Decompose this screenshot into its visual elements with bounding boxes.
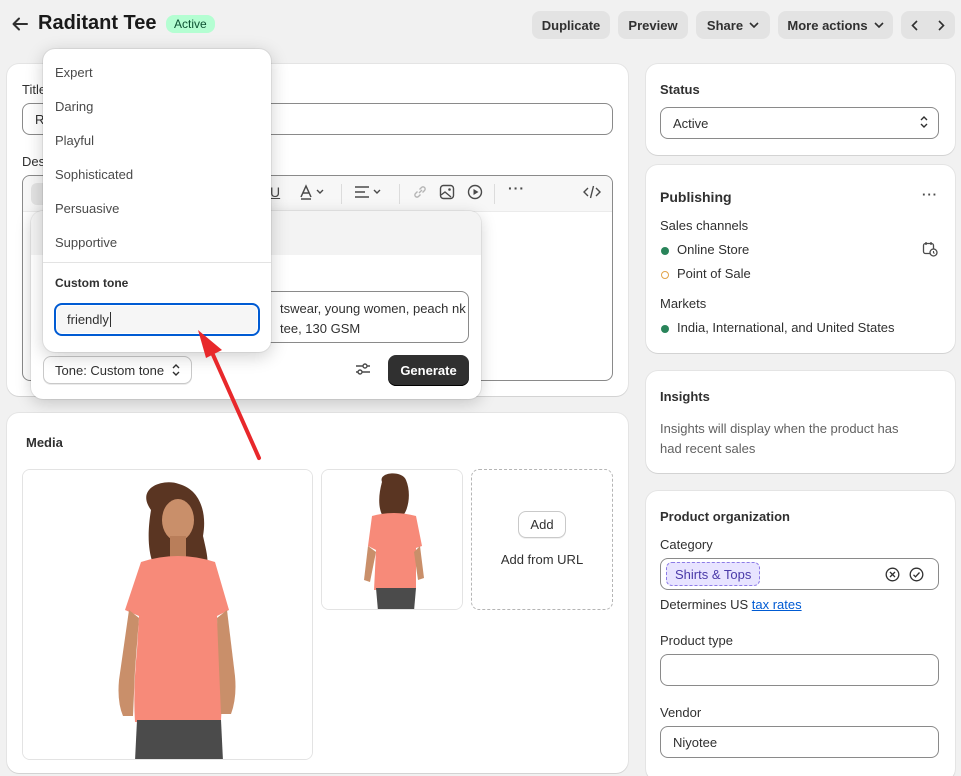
chevron-right-icon — [938, 19, 945, 31]
vendor-value: Niyotee — [673, 734, 718, 750]
insights-card: Insights Insights will display when the … — [646, 371, 955, 473]
check-circle-icon[interactable] — [909, 567, 924, 582]
record-navigation — [901, 11, 955, 39]
preview-button[interactable]: Preview — [618, 11, 688, 39]
custom-tone-label: Custom tone — [55, 276, 129, 290]
duplicate-button[interactable]: Duplicate — [532, 11, 610, 39]
tone-option[interactable]: Expert — [55, 65, 93, 80]
more-horizontal-icon[interactable]: ··· — [508, 180, 525, 196]
vendor-input[interactable]: Niyotee — [660, 726, 939, 758]
add-media-button[interactable]: Add — [518, 511, 566, 538]
tone-select-label: Tone: Custom tone — [55, 362, 165, 378]
next-product-button[interactable] — [928, 11, 955, 39]
markets-value: India, International, and United States — [677, 320, 895, 335]
select-chevron-icon — [172, 364, 180, 376]
tone-option[interactable]: Sophisticated — [55, 167, 133, 182]
product-type-label: Product type — [660, 633, 733, 648]
tone-dropdown-menu: Expert Daring Playful Sophisticated Pers… — [43, 49, 271, 352]
align-icon[interactable] — [354, 184, 384, 203]
previous-product-button[interactable] — [901, 11, 928, 39]
add-from-url-link[interactable]: Add from URL — [472, 552, 612, 567]
product-image-thumbnail[interactable] — [321, 469, 463, 610]
insights-text-line2: had recent sales — [660, 441, 756, 456]
insights-title: Insights — [660, 389, 710, 404]
media-dropzone[interactable]: Add Add from URL — [471, 469, 613, 610]
video-icon[interactable] — [467, 184, 483, 203]
code-view-icon[interactable] — [583, 184, 601, 203]
settings-sliders-icon[interactable] — [355, 362, 371, 379]
menu-divider — [43, 262, 271, 263]
select-chevron-icon — [920, 116, 928, 128]
more-horizontal-icon[interactable]: ··· — [922, 187, 938, 202]
publishing-card: Publishing ··· Sales channels Online Sto… — [646, 165, 955, 353]
tone-option[interactable]: Playful — [55, 133, 94, 148]
chevron-left-icon — [911, 19, 918, 31]
organization-title: Product organization — [660, 509, 790, 524]
clear-circle-icon[interactable] — [885, 567, 900, 582]
back-arrow-icon[interactable] — [10, 14, 30, 34]
share-button[interactable]: Share — [696, 11, 770, 39]
chevron-down-icon — [749, 22, 759, 28]
tax-rate-prefix: Determines US — [660, 597, 752, 612]
category-tag[interactable]: Shirts & Tops — [666, 562, 761, 586]
more-actions-button[interactable]: More actions — [778, 11, 893, 39]
woman-in-peach-tee-image — [23, 470, 312, 759]
underline-icon[interactable]: U — [270, 184, 280, 200]
media-card: Media Add Add from URL — [7, 413, 628, 773]
publishing-title: Publishing — [660, 189, 732, 205]
status-badge: Active — [166, 15, 215, 33]
text-color-icon[interactable] — [299, 184, 327, 203]
custom-tone-value: friendly — [67, 312, 109, 327]
page-title: Raditant Tee — [38, 12, 157, 34]
product-image-main[interactable] — [22, 469, 313, 760]
channel-point-of-sale: Point of Sale — [677, 266, 751, 281]
chevron-down-icon — [874, 22, 884, 28]
more-actions-label: More actions — [787, 17, 868, 33]
ai-prompt-text: tswear, young women, peach nk tee, 130 G… — [280, 301, 466, 336]
share-label: Share — [706, 17, 744, 33]
tax-rates-link[interactable]: tax rates — [752, 597, 802, 612]
channel-status-dot — [661, 271, 669, 279]
preview-label: Preview — [628, 17, 678, 33]
status-select[interactable]: Active — [660, 107, 939, 139]
image-icon[interactable] — [439, 184, 455, 203]
description-label: Des — [22, 154, 46, 169]
custom-tone-input[interactable]: friendly — [54, 303, 260, 336]
duplicate-label: Duplicate — [541, 17, 601, 33]
text-cursor — [109, 312, 111, 327]
status-title: Status — [660, 82, 700, 97]
insights-text-line1: Insights will display when the product h… — [660, 421, 899, 436]
market-status-dot — [661, 325, 669, 333]
markets-label: Markets — [660, 296, 707, 311]
media-title: Media — [26, 435, 63, 450]
channel-online-store: Online Store — [677, 242, 750, 257]
channel-status-dot — [661, 247, 669, 255]
woman-back-view-image — [322, 470, 462, 609]
vendor-label: Vendor — [660, 705, 702, 720]
generate-button[interactable]: Generate — [388, 355, 469, 386]
tone-option[interactable]: Supportive — [55, 235, 117, 250]
product-type-input[interactable] — [660, 654, 939, 686]
sales-channels-label: Sales channels — [660, 218, 749, 233]
tax-rate-note: Determines US tax rates — [660, 597, 802, 612]
product-organization-card: Product organization Category Shirts & T… — [646, 491, 955, 776]
category-label: Category — [660, 537, 713, 552]
tone-select-button[interactable]: Tone: Custom tone — [43, 356, 192, 384]
tone-option[interactable]: Persuasive — [55, 201, 119, 216]
status-card: Status Active — [646, 64, 955, 155]
schedule-calendar-icon[interactable] — [922, 241, 938, 260]
tone-option[interactable]: Daring — [55, 99, 93, 114]
category-input[interactable]: Shirts & Tops — [660, 558, 939, 590]
status-select-value: Active — [673, 115, 709, 131]
link-icon[interactable] — [412, 184, 428, 203]
